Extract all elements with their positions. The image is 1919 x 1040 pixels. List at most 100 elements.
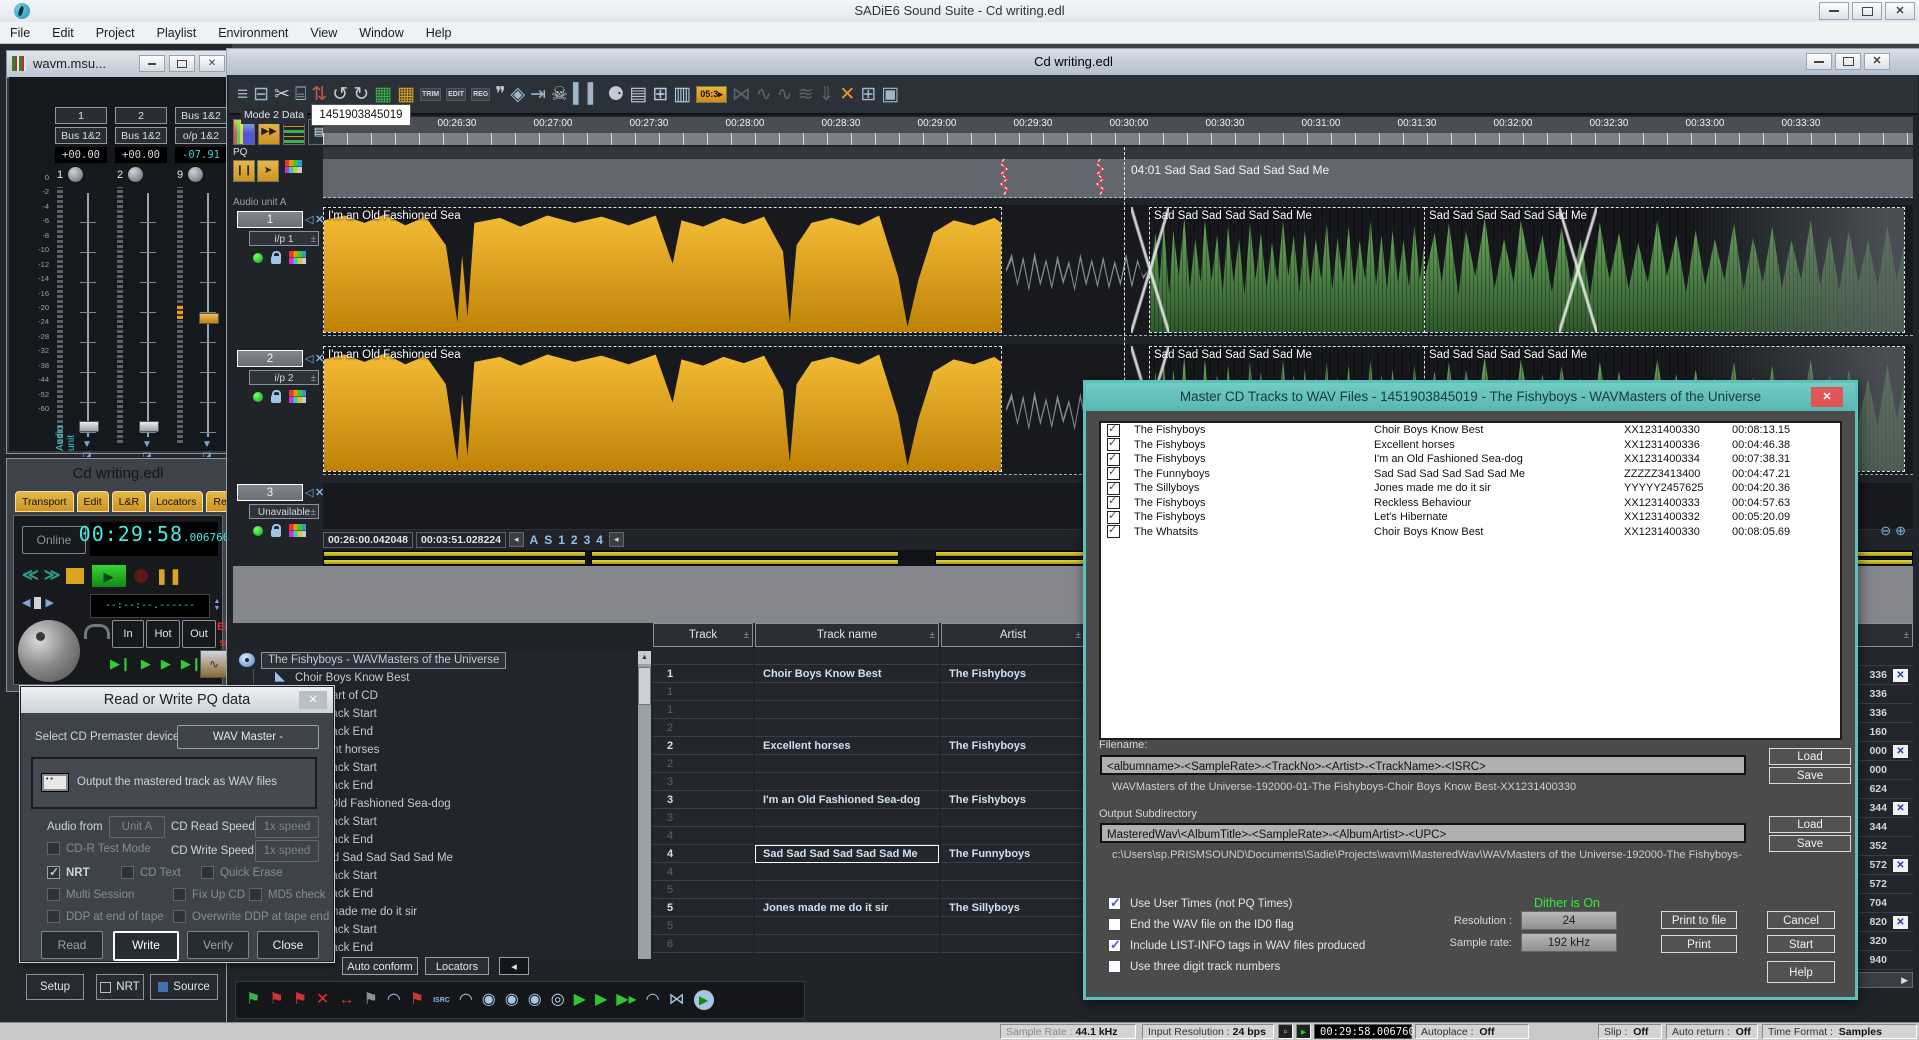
toolbar-icon[interactable]: TRIM xyxy=(420,88,441,101)
master-track-row[interactable]: The Fishyboys I'm an Old Fashioned Sea-d… xyxy=(1101,452,1840,467)
toolbar-icon[interactable]: ⌸ xyxy=(295,85,306,104)
in-button[interactable]: In xyxy=(112,620,144,648)
monitor-icon[interactable] xyxy=(84,624,110,639)
transport-tab[interactable]: L&R xyxy=(112,491,146,512)
strip-bus[interactable]: o/p 1&2 xyxy=(175,127,227,144)
pq-toolbar-icon[interactable]: ISRC xyxy=(433,997,450,1004)
menu-item[interactable]: View xyxy=(310,26,337,40)
color-grid-icon[interactable] xyxy=(285,160,302,173)
toolbar-icon[interactable]: ⊞ xyxy=(652,85,668,104)
upc-input[interactable]: 1451903845019 xyxy=(311,104,411,126)
write-button[interactable]: Write xyxy=(113,931,179,961)
sliver-row[interactable]: 336 ✕ xyxy=(1857,666,1913,685)
pq-toolbar-icon[interactable]: ▶ xyxy=(574,992,586,1008)
user-times-checkbox[interactable]: Use User Times (not PQ Times) xyxy=(1108,897,1292,910)
pan-knob[interactable] xyxy=(68,167,83,182)
pq-marker-zigzag[interactable] xyxy=(1095,159,1105,195)
play-indicator-icon[interactable]: ▸ xyxy=(1296,1024,1311,1039)
pan-knob[interactable] xyxy=(128,167,143,182)
audio-from-select[interactable]: Unit A xyxy=(109,816,165,838)
strip-bus[interactable]: Bus 1&2 xyxy=(115,127,167,144)
close-button[interactable]: Close xyxy=(257,931,319,959)
track2-input-select[interactable]: i/p 2± xyxy=(249,370,319,385)
pq-marker-strip[interactable]: 04:01 Sad Sad Sad Sad Sad Sad Me xyxy=(323,159,1913,198)
tree-item[interactable]: Choir Boys Know Best xyxy=(233,669,651,687)
color-grid-icon[interactable] xyxy=(289,390,306,403)
track-checkbox[interactable] xyxy=(1107,496,1120,509)
toolbar-icon[interactable]: ⚈ xyxy=(607,85,624,104)
solo-arrow-icon[interactable]: ▼ xyxy=(82,439,92,450)
remove-icon[interactable]: ✕ xyxy=(1893,916,1908,929)
menu-item[interactable]: Environment xyxy=(218,26,288,40)
track-checkbox[interactable] xyxy=(1107,511,1120,524)
sliver-row[interactable]: 624 ✕ xyxy=(1857,780,1913,799)
verify-button[interactable]: Verify xyxy=(187,931,249,959)
zoom-in-icon[interactable]: ⊕ xyxy=(1895,523,1910,538)
unselected-waveform[interactable] xyxy=(1006,243,1149,295)
master-track-row[interactable]: The Fishyboys Excellent horses XX1231400… xyxy=(1101,438,1840,453)
audio-clip-green[interactable]: Sad Sad Sad Sad Sad Sad Me xyxy=(1149,207,1425,333)
track-checkbox[interactable] xyxy=(1107,525,1120,538)
speaker-icon[interactable]: ◁ xyxy=(305,213,313,226)
quick-erase-checkbox[interactable]: Quick Erase xyxy=(201,866,283,879)
resolution-select[interactable]: 24 xyxy=(1521,911,1617,930)
toolbar-icon[interactable]: ▍▍ xyxy=(573,85,602,104)
print-to-file-button[interactable]: Print to file xyxy=(1661,911,1737,929)
filename-load-button[interactable]: Load xyxy=(1769,748,1851,765)
pq-toolbar-icon[interactable]: ◉ xyxy=(505,992,519,1008)
pq-toolbar-icon[interactable]: ✕ xyxy=(316,992,329,1008)
play-end-icon[interactable]: ▶❙ xyxy=(181,656,202,672)
cdtext-checkbox[interactable]: CD Text xyxy=(121,866,181,879)
menu-item[interactable]: Edit xyxy=(52,26,74,40)
pq-toolbar-icon[interactable]: ◠ xyxy=(387,992,401,1008)
track1-input-select[interactable]: i/p 1± xyxy=(249,231,319,246)
edit-mode-button[interactable]: 3 xyxy=(581,533,594,547)
pq-toolbar-icon[interactable]: ⚑ xyxy=(246,992,260,1008)
cdr-test-checkbox[interactable]: CD-R Test Mode xyxy=(47,842,151,855)
pq-marks-button[interactable]: ❙❙ xyxy=(233,160,255,182)
stop-indicator-icon[interactable]: ▫ xyxy=(1278,1024,1293,1039)
pq-toolbar-icon[interactable]: ⋈ xyxy=(669,992,685,1008)
out-button[interactable]: Out xyxy=(182,620,216,648)
toolbar-icon[interactable]: ✂ xyxy=(274,85,290,104)
solo-arrow-icon[interactable]: ▼ xyxy=(202,439,212,450)
record-ready-icon[interactable] xyxy=(253,392,263,402)
track-checkbox[interactable] xyxy=(1107,453,1120,466)
cd-read-speed-select[interactable]: 1x speed xyxy=(255,816,319,838)
sliver-row[interactable]: 344 ✕ xyxy=(1857,818,1913,837)
three-digit-checkbox[interactable]: Use three digit track numbers xyxy=(1108,960,1280,973)
track1-number[interactable]: 1 xyxy=(237,211,303,228)
scroll-right-icon[interactable]: ▶ xyxy=(1857,972,1913,988)
filename-save-button[interactable]: Save xyxy=(1769,767,1851,784)
toolbar-icon[interactable]: ⇓ xyxy=(818,85,834,104)
remove-icon[interactable]: ✕ xyxy=(1893,859,1908,872)
speaker-icon[interactable]: ◁ xyxy=(305,352,313,365)
auto-return-status[interactable]: Auto return : Off xyxy=(1666,1024,1758,1039)
mixer-restore-button[interactable] xyxy=(169,55,195,72)
column-header-artist[interactable]: Artist± xyxy=(941,623,1085,647)
edit-mode-button[interactable]: 4 xyxy=(593,533,606,547)
play-to-icon[interactable]: ▶❙ xyxy=(110,656,131,672)
overwrite-ddp-checkbox[interactable]: Overwrite DDP at tape end xyxy=(173,910,329,923)
nrt-button[interactable]: NRT xyxy=(96,974,144,1000)
master-track-row[interactable]: The Fishyboys Choir Boys Know Best XX123… xyxy=(1101,423,1840,438)
nudge-stop-icon[interactable] xyxy=(34,597,41,609)
zoom-out-icon[interactable]: ⊖ xyxy=(1880,523,1895,538)
column-header-track[interactable]: Track± xyxy=(653,623,753,647)
playlist-close-button[interactable]: ✕ xyxy=(1864,53,1890,70)
lock-icon[interactable] xyxy=(271,529,281,537)
toolbar-icon[interactable]: ☠ xyxy=(551,85,568,104)
toolbar-icon[interactable]: ⇥ xyxy=(530,85,546,104)
toolbar-icon[interactable]: ▣ xyxy=(881,85,899,104)
pause-button[interactable]: ❚❚ xyxy=(156,569,183,584)
sliver-row[interactable]: 704 ✕ xyxy=(1857,894,1913,913)
sliver-row[interactable]: 820 ✕ xyxy=(1857,913,1913,932)
stop-button[interactable] xyxy=(66,568,84,584)
timecode-spinner[interactable]: ▲▼ xyxy=(211,594,223,616)
toolbar-icon[interactable]: ▦ xyxy=(397,85,415,104)
locators-button[interactable]: Locators xyxy=(425,957,489,975)
audio-clip-orange[interactable]: I'm an Old Fashioned Sea xyxy=(323,346,1002,472)
transport-tab[interactable]: Transport xyxy=(15,491,74,512)
menu-item[interactable]: Playlist xyxy=(157,26,197,40)
strip-bus[interactable]: Bus 1&2 xyxy=(55,127,107,144)
